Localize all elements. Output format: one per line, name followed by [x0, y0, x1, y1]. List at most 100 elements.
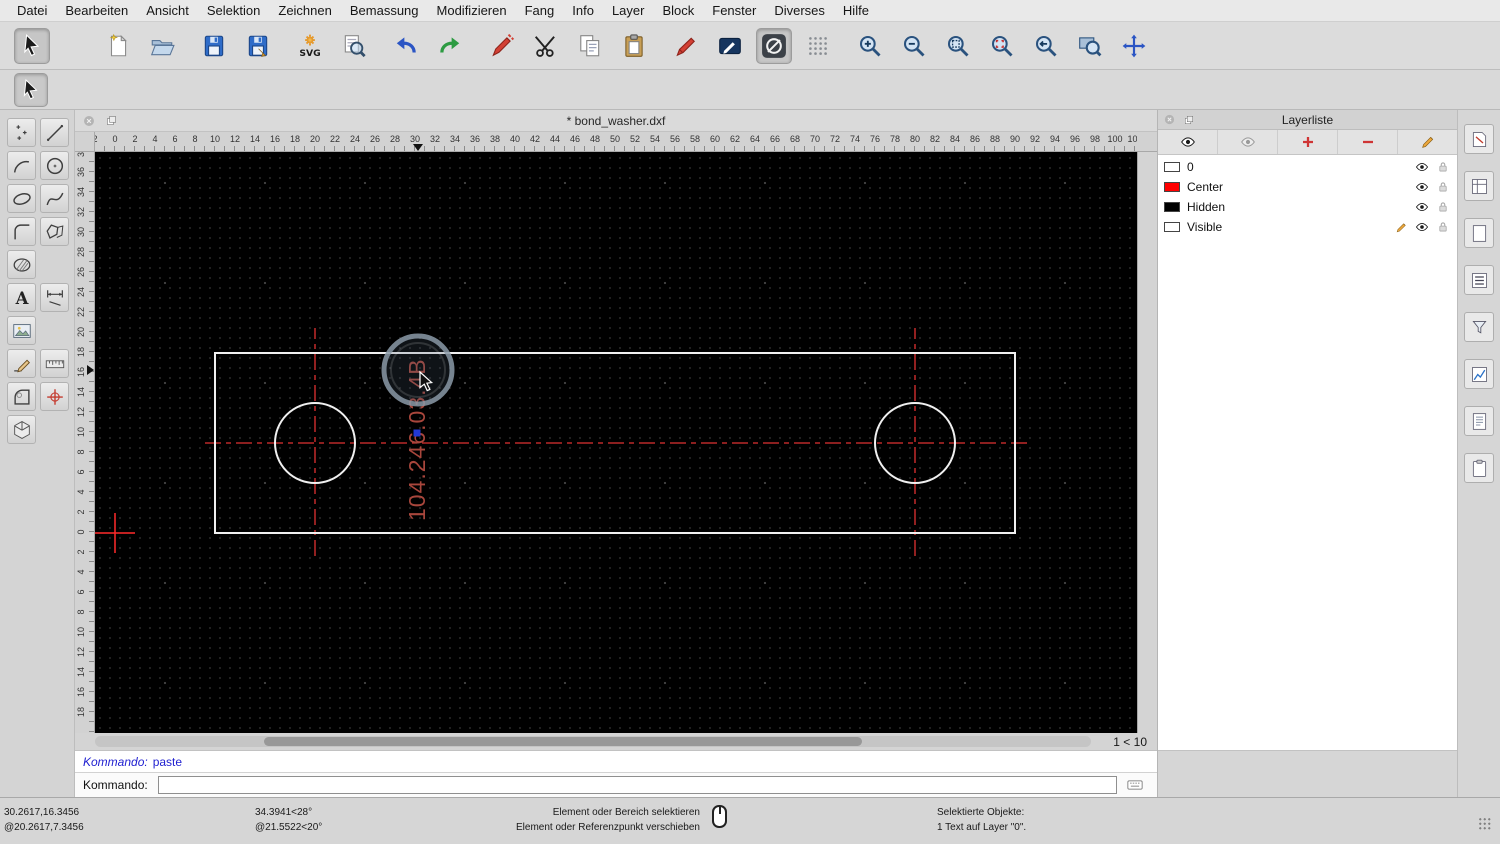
paste-button[interactable] — [616, 28, 652, 64]
menu-hilfe[interactable]: Hilfe — [834, 0, 878, 21]
dock-layer-list-button[interactable] — [1464, 265, 1494, 295]
layer-visibility-toggle[interactable] — [1414, 179, 1430, 195]
layer-visibility-toggle[interactable] — [1414, 219, 1430, 235]
edit-layer-button[interactable] — [1398, 130, 1457, 154]
remove-layer-button[interactable] — [1338, 130, 1398, 154]
close-drawing-icon[interactable] — [81, 113, 97, 129]
dock-sheet-button[interactable] — [1464, 218, 1494, 248]
command-input[interactable] — [158, 776, 1117, 794]
menu-info[interactable]: Info — [563, 0, 603, 21]
open-drawing-button[interactable] — [144, 28, 180, 64]
zoom-auto-button[interactable] — [940, 28, 976, 64]
zoom-in-button[interactable] — [852, 28, 888, 64]
scrollbar-thumb[interactable] — [264, 737, 862, 746]
menu-selektion[interactable]: Selektion — [198, 0, 269, 21]
dock-filter-button[interactable] — [1464, 312, 1494, 342]
eye-icon — [1415, 220, 1429, 234]
new-drawing-button[interactable] — [100, 28, 136, 64]
tool-line-button[interactable] — [40, 118, 69, 147]
layer-row-0[interactable]: 0 — [1158, 157, 1457, 177]
dock-command-history-button[interactable] — [1464, 406, 1494, 436]
menu-diverses[interactable]: Diverses — [765, 0, 834, 21]
tool-fillet-button[interactable] — [7, 382, 36, 411]
tool-points-button[interactable] — [7, 118, 36, 147]
layer-lock-toggle[interactable] — [1435, 179, 1451, 195]
tool-circle-button[interactable] — [40, 151, 69, 180]
pan-button[interactable] — [1116, 28, 1152, 64]
layer-lock-toggle[interactable] — [1435, 219, 1451, 235]
delete-entities-button[interactable] — [484, 28, 520, 64]
zoom-selection-button[interactable] — [984, 28, 1020, 64]
dock-clipboard-button[interactable] — [1464, 453, 1494, 483]
keyboard-icon[interactable] — [1127, 777, 1143, 793]
undo-button[interactable] — [388, 28, 424, 64]
menu-fang[interactable]: Fang — [516, 0, 564, 21]
float-panel-icon[interactable] — [1181, 112, 1196, 127]
zoom-previous-button[interactable] — [1028, 28, 1064, 64]
toggle-selected-visibility-button[interactable] — [1218, 130, 1278, 154]
menu-datei[interactable]: Datei — [8, 0, 56, 21]
menu-modifizieren[interactable]: Modifizieren — [428, 0, 516, 21]
close-panel-icon[interactable] — [1162, 112, 1177, 127]
empty-selection-button[interactable] — [756, 28, 792, 64]
horizontal-scrollbar[interactable] — [95, 736, 1091, 747]
d8-icon — [1469, 458, 1490, 479]
tool-text-button[interactable]: A — [7, 283, 36, 312]
tool-ellipse-button[interactable] — [7, 184, 36, 213]
menu-block[interactable]: Block — [653, 0, 703, 21]
dock-chart-button[interactable] — [1464, 359, 1494, 389]
layer-lock-toggle[interactable] — [1435, 199, 1451, 215]
menu-zeichnen[interactable]: Zeichnen — [269, 0, 340, 21]
layer-visibility-toggle[interactable] — [1414, 199, 1430, 215]
tool-snap-button[interactable] — [40, 382, 69, 411]
menu-bemassung[interactable]: Bemassung — [341, 0, 428, 21]
copy-button[interactable] — [572, 28, 608, 64]
print-preview-button[interactable] — [336, 28, 372, 64]
menu-ansicht[interactable]: Ansicht — [137, 0, 198, 21]
layer-row-center[interactable]: Center — [1158, 177, 1457, 197]
tool-measure-button[interactable] — [40, 349, 69, 378]
add-layer-button[interactable] — [1278, 130, 1338, 154]
selection-status: Selektierte Objekte: 1 Text auf Layer "0… — [937, 805, 1026, 835]
slashcircle-icon — [761, 33, 787, 59]
tool-dimension-button[interactable] — [40, 283, 69, 312]
redo-button[interactable] — [432, 28, 468, 64]
coordinate-display: 30.2617,16.3456 @20.2617,7.3456 — [0, 805, 255, 835]
ruler-label: 6 — [76, 584, 86, 600]
drawing-canvas[interactable]: 104.246.03.4B — [95, 152, 1137, 733]
tool-image-button[interactable] — [7, 316, 36, 345]
tool-solid-button[interactable] — [7, 415, 36, 444]
layer-visibility-toggle[interactable] — [1414, 159, 1430, 175]
layer-row-hidden[interactable]: Hidden — [1158, 197, 1457, 217]
svg-export-button[interactable]: SVG — [292, 28, 328, 64]
ruler-label: 20 — [76, 324, 86, 340]
command-input-row: Kommando: — [75, 772, 1157, 797]
layer-row-visible[interactable]: Visible — [1158, 217, 1457, 237]
tool-modify-button[interactable] — [7, 349, 36, 378]
select-button[interactable] — [14, 28, 50, 64]
toggle-all-visibility-button[interactable] — [1158, 130, 1218, 154]
draw-pen-button[interactable] — [668, 28, 704, 64]
menu-layer[interactable]: Layer — [603, 0, 654, 21]
grid-toggle-button[interactable] — [800, 28, 836, 64]
menu-bearbeiten[interactable]: Bearbeiten — [56, 0, 137, 21]
tool-corner-button[interactable] — [7, 217, 36, 246]
select-tool-button[interactable] — [14, 73, 48, 107]
tool-arc-button[interactable] — [7, 151, 36, 180]
layer-lock-toggle[interactable] — [1435, 159, 1451, 175]
zoom-out-button[interactable] — [896, 28, 932, 64]
dock-views-button[interactable] — [1464, 124, 1494, 154]
save-as-button[interactable] — [240, 28, 276, 64]
undock-view-icon[interactable] — [103, 113, 119, 129]
tool-polygon-button[interactable] — [40, 217, 69, 246]
dock-blocks-button[interactable] — [1464, 171, 1494, 201]
tool-hatch-button[interactable] — [7, 250, 36, 279]
edit-attributes-button[interactable] — [712, 28, 748, 64]
horizontal-ruler: 2024681012141618202224262830323436384042… — [95, 132, 1137, 151]
vertical-scroll-area[interactable] — [1137, 152, 1157, 733]
zoom-window-button[interactable] — [1072, 28, 1108, 64]
save-button[interactable] — [196, 28, 232, 64]
menu-fenster[interactable]: Fenster — [703, 0, 765, 21]
tool-spline-button[interactable] — [40, 184, 69, 213]
cut-button[interactable] — [528, 28, 564, 64]
